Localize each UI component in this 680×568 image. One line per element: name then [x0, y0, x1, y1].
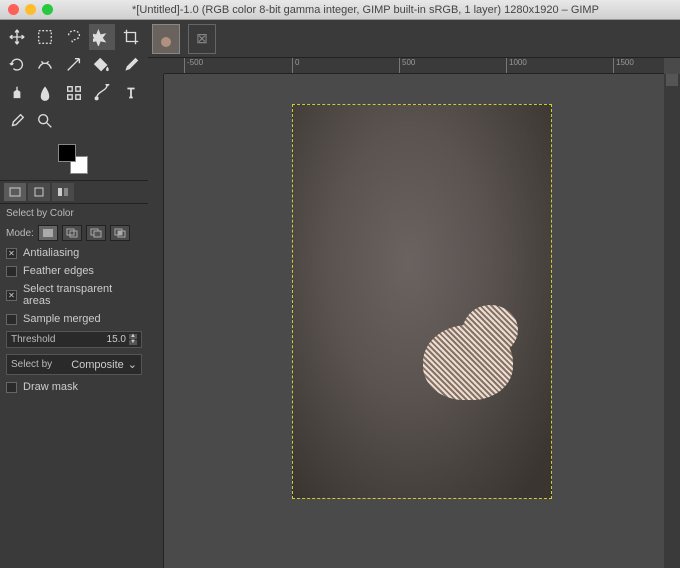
threshold-field[interactable]: Threshold ▲▼ — [6, 331, 142, 348]
tool-smudge[interactable] — [32, 80, 58, 106]
nav-button[interactable] — [666, 74, 678, 86]
tab-device[interactable] — [28, 183, 50, 201]
sample-merged-check[interactable]: Sample merged — [6, 313, 142, 325]
image-tabs: ⊠ — [148, 20, 680, 58]
dock-tabs — [0, 180, 148, 204]
window-minimize-button[interactable] — [25, 4, 36, 15]
tab-brushes[interactable] — [52, 183, 74, 201]
titlebar: *[Untitled]-1.0 (RGB color 8-bit gamma i… — [0, 0, 680, 20]
tool-clone[interactable] — [4, 80, 30, 106]
left-panel: Select by Color Mode: ✕Antialiasing Feat… — [0, 20, 148, 568]
tool-crop[interactable] — [118, 24, 144, 50]
tool-text[interactable] — [118, 80, 144, 106]
tool-move[interactable] — [4, 24, 30, 50]
image-thumb[interactable] — [152, 24, 180, 54]
tool-color-picker[interactable] — [4, 108, 30, 134]
select-by-dropdown[interactable]: Select by Composite⌄ — [6, 354, 142, 375]
window-title: *[Untitled]-1.0 (RGB color 8-bit gamma i… — [59, 4, 672, 16]
mode-replace[interactable] — [38, 225, 58, 241]
tool-path[interactable] — [89, 80, 115, 106]
window-maximize-button[interactable] — [42, 4, 53, 15]
mode-intersect[interactable] — [110, 225, 130, 241]
tab-tool-options[interactable] — [4, 183, 26, 201]
draw-mask-check[interactable]: Draw mask — [6, 381, 142, 393]
threshold-input[interactable] — [96, 334, 126, 345]
antialiasing-check[interactable]: ✕Antialiasing — [6, 247, 142, 259]
mode-label: Mode: — [6, 228, 34, 239]
tool-bucket[interactable] — [89, 52, 115, 78]
threshold-spinner[interactable]: ▲▼ — [129, 334, 137, 345]
toolbox — [0, 20, 148, 138]
foreground-color[interactable] — [58, 144, 76, 162]
canvas-area: ⊠ -500 0 500 1000 1500 — [148, 20, 680, 568]
selection-region — [413, 305, 523, 405]
mode-subtract[interactable] — [86, 225, 106, 241]
ruler-horizontal[interactable]: -500 0 500 1000 1500 — [164, 58, 664, 74]
ruler-vertical[interactable] — [148, 58, 164, 568]
tool-fuzzy-select[interactable] — [89, 24, 115, 50]
scrollbar-vertical[interactable] — [664, 74, 680, 568]
tool-free-select[interactable] — [61, 24, 87, 50]
tool-options: Select by Color Mode: ✕Antialiasing Feat… — [0, 204, 148, 397]
mode-add[interactable] — [62, 225, 82, 241]
transparent-check[interactable]: ✕Select transparent areas — [6, 283, 142, 307]
canvas[interactable] — [164, 74, 664, 568]
tool-align[interactable] — [61, 80, 87, 106]
tool-rect-select[interactable] — [32, 24, 58, 50]
color-swatches[interactable] — [0, 138, 148, 180]
chevron-down-icon: ⌄ — [128, 358, 137, 371]
feather-check[interactable]: Feather edges — [6, 265, 142, 277]
image-content — [292, 104, 552, 499]
options-header: Select by Color — [6, 208, 142, 219]
close-image-button[interactable]: ⊠ — [188, 24, 216, 54]
tool-transform[interactable] — [61, 52, 87, 78]
ruler-origin[interactable] — [148, 58, 164, 74]
tool-rotate[interactable] — [4, 52, 30, 78]
tool-warp[interactable] — [32, 52, 58, 78]
tool-paintbrush[interactable] — [118, 52, 144, 78]
window-close-button[interactable] — [8, 4, 19, 15]
tool-zoom[interactable] — [32, 108, 58, 134]
